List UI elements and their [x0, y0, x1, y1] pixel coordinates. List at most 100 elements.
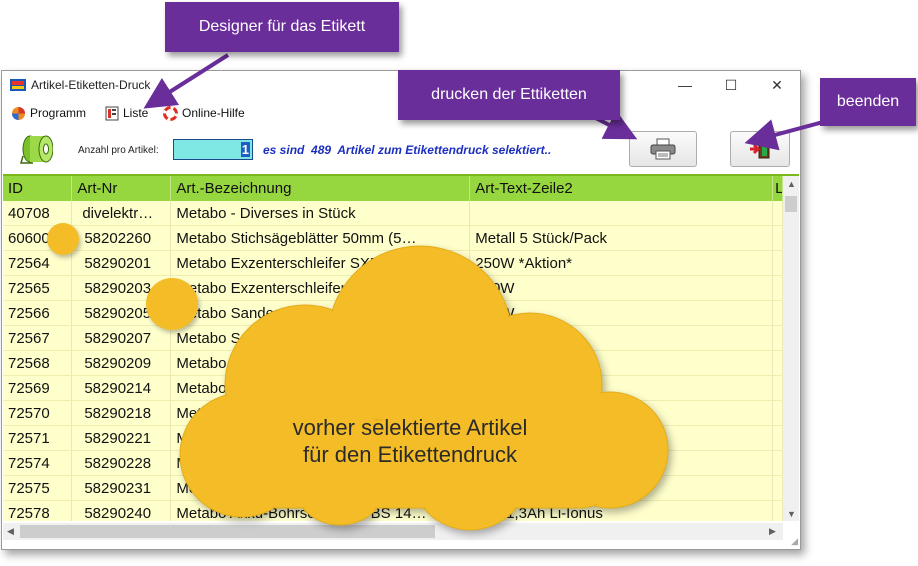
scroll-left-icon[interactable]: ◀	[7, 526, 14, 537]
table-row[interactable]: 72566 58290205 Metabo Sander SR10 Multip…	[3, 301, 784, 326]
toolbar: Anzahl pro Artikel: 1 es sind 489 Artike…	[2, 124, 800, 172]
table-row[interactable]: 72564 58290201 Metabo Exzenterschleifer …	[3, 251, 784, 276]
cell-bezeichnung: Metabo	[171, 376, 471, 400]
table-row[interactable]: 72575 58290231 Metabo	[3, 476, 784, 501]
cell-text-zeile2: 200W	[470, 351, 774, 375]
vertical-scrollbar[interactable]: ▲ ▼	[783, 176, 799, 521]
cell-id: 72566	[3, 301, 73, 325]
grid-body: 40708 divelektr… Metabo - Diverses in St…	[3, 201, 784, 521]
column-header-l[interactable]: L	[773, 176, 783, 201]
quantity-input[interactable]: 1	[173, 139, 253, 160]
cell-l	[773, 301, 784, 325]
cell-id: 72565	[3, 276, 73, 300]
list-icon	[105, 106, 119, 120]
vertical-scroll-thumb[interactable]	[785, 196, 797, 212]
cell-text-zeile2	[470, 476, 774, 500]
cell-l	[773, 501, 784, 521]
app-icon	[10, 79, 26, 91]
status-message: es sind 489 Artikel zum Etikettendruck s…	[263, 143, 552, 157]
scroll-up-icon[interactable]: ▲	[787, 179, 796, 189]
cell-l	[773, 476, 784, 500]
cell-art-nr: 58290209	[72, 351, 172, 375]
cell-id: 72567	[3, 326, 73, 350]
callout-print: drucken der Ettiketten	[398, 70, 620, 120]
callout-designer-text: Designer für das Etikett	[198, 18, 366, 35]
table-row[interactable]: 40708 divelektr… Metabo - Diverses in St…	[3, 201, 783, 226]
cell-id: 72578	[3, 501, 73, 521]
column-header-art-nr[interactable]: Art-Nr	[72, 176, 172, 201]
callout-print-text: drucken der Ettiketten	[431, 86, 587, 103]
resize-grip-icon[interactable]: ◢	[791, 536, 798, 547]
menu-programm-label: Programm	[30, 106, 87, 120]
callout-designer: Designer für das Etikett	[165, 2, 399, 52]
cell-art-nr: 58290221	[72, 426, 172, 450]
window-title: Artikel-Etiketten-Druck	[31, 78, 151, 92]
menu-online-hilfe-label: Online-Hilfe	[182, 106, 245, 120]
cell-bezeichnung: Metabo - Diverses in Stück	[171, 201, 471, 225]
cell-l	[773, 276, 784, 300]
cell-l	[773, 451, 784, 475]
menu-online-hilfe[interactable]: Online-Hilfe	[163, 104, 245, 122]
cell-l	[773, 426, 784, 450]
minimize-button[interactable]: —	[662, 71, 708, 99]
quantity-value: 1	[240, 142, 250, 157]
cell-art-nr: 58290218	[72, 401, 172, 425]
table-row[interactable]: 72565 58290203 Metabo Exzenterschleifer …	[3, 276, 784, 301]
menu-programm[interactable]: Programm	[11, 104, 86, 122]
print-button[interactable]	[629, 131, 697, 167]
close-icon: ✕	[771, 76, 783, 93]
cell-text-zeile2: 320W	[470, 276, 774, 300]
callout-exit-text: beenden	[836, 93, 900, 110]
grid-header: ID Art-Nr Art.-Bezeichnung Art-Text-Zeil…	[3, 176, 783, 201]
cell-art-nr: 58290240	[72, 501, 172, 521]
cell-id: 72574	[3, 451, 73, 475]
horizontal-scrollbar[interactable]: ◀ ▶	[3, 523, 783, 540]
cell-id: 72571	[3, 426, 73, 450]
cell-text-zeile2	[470, 376, 774, 400]
label-roll-icon	[20, 135, 54, 164]
menu-liste[interactable]: Liste	[105, 104, 148, 122]
scroll-right-icon[interactable]: ▶	[769, 526, 776, 537]
cell-id: 72569	[3, 376, 73, 400]
cell-text-zeile2	[470, 201, 774, 225]
cell-bezeichnung: Metabo Stichsägeblätter 50mm (5…	[171, 226, 471, 250]
cell-id: 72568	[3, 351, 73, 375]
cell-bezeichnung: Metabo Exzenterschleifer SXE 32…	[171, 251, 471, 275]
cell-art-nr: 58202260	[72, 226, 172, 250]
cell-id: 72575	[3, 476, 73, 500]
table-row[interactable]: 72569 58290214 Metabo	[3, 376, 784, 401]
printer-icon	[650, 138, 676, 160]
maximize-icon: ☐	[724, 76, 738, 93]
menu-liste-label: Liste	[123, 106, 149, 120]
horizontal-scroll-thumb[interactable]	[20, 525, 435, 538]
article-grid[interactable]: ID Art-Nr Art.-Bezeichnung Art-Text-Zeil…	[3, 174, 799, 521]
cell-text-zeile2: Metall 5 Stück/Pack	[470, 226, 774, 250]
cell-l	[773, 201, 783, 225]
cell-text-zeile2: 250W *Aktion*	[470, 251, 774, 275]
maximize-button[interactable]: ☐	[708, 71, 754, 99]
column-header-bezeichnung[interactable]: Art.-Bezeichnung	[171, 176, 471, 201]
table-row[interactable]: 72567 58290207 Metabo Sander 200W	[3, 326, 784, 351]
column-header-id[interactable]: ID	[3, 176, 73, 201]
scroll-down-icon[interactable]: ▼	[787, 509, 796, 519]
table-row[interactable]: 60600 58202260 Metabo Stichsägeblätter 5…	[3, 226, 784, 251]
cell-bezeichnung: Metabo Sander SR10 Multiplan	[171, 301, 471, 325]
cell-art-nr: 58290228	[72, 451, 172, 475]
table-row[interactable]: 72568 58290209 Metabo 200W	[3, 351, 784, 376]
cloud-annotation-text: vorher selektierte Artikel für den Etike…	[292, 415, 528, 467]
close-button[interactable]: ✕	[754, 71, 800, 99]
callout-exit: beenden	[820, 78, 916, 126]
exit-button[interactable]	[730, 131, 790, 167]
lifebuoy-icon	[163, 105, 178, 121]
cell-l	[773, 226, 784, 250]
cell-bezeichnung: Metabo Sander	[171, 326, 471, 350]
highlight-dot	[47, 223, 79, 255]
cell-id: 40708	[3, 201, 73, 225]
cell-l	[773, 351, 784, 375]
exit-door-icon	[750, 139, 770, 159]
cell-l	[773, 326, 784, 350]
column-header-text-zeile2[interactable]: Art-Text-Zeile2	[470, 176, 774, 201]
label-designer-button[interactable]	[19, 132, 54, 171]
cell-art-nr: 58290201	[72, 251, 172, 275]
table-row[interactable]: 72578 58290240 Metabo Akku-Bohrschrauber…	[3, 501, 784, 521]
